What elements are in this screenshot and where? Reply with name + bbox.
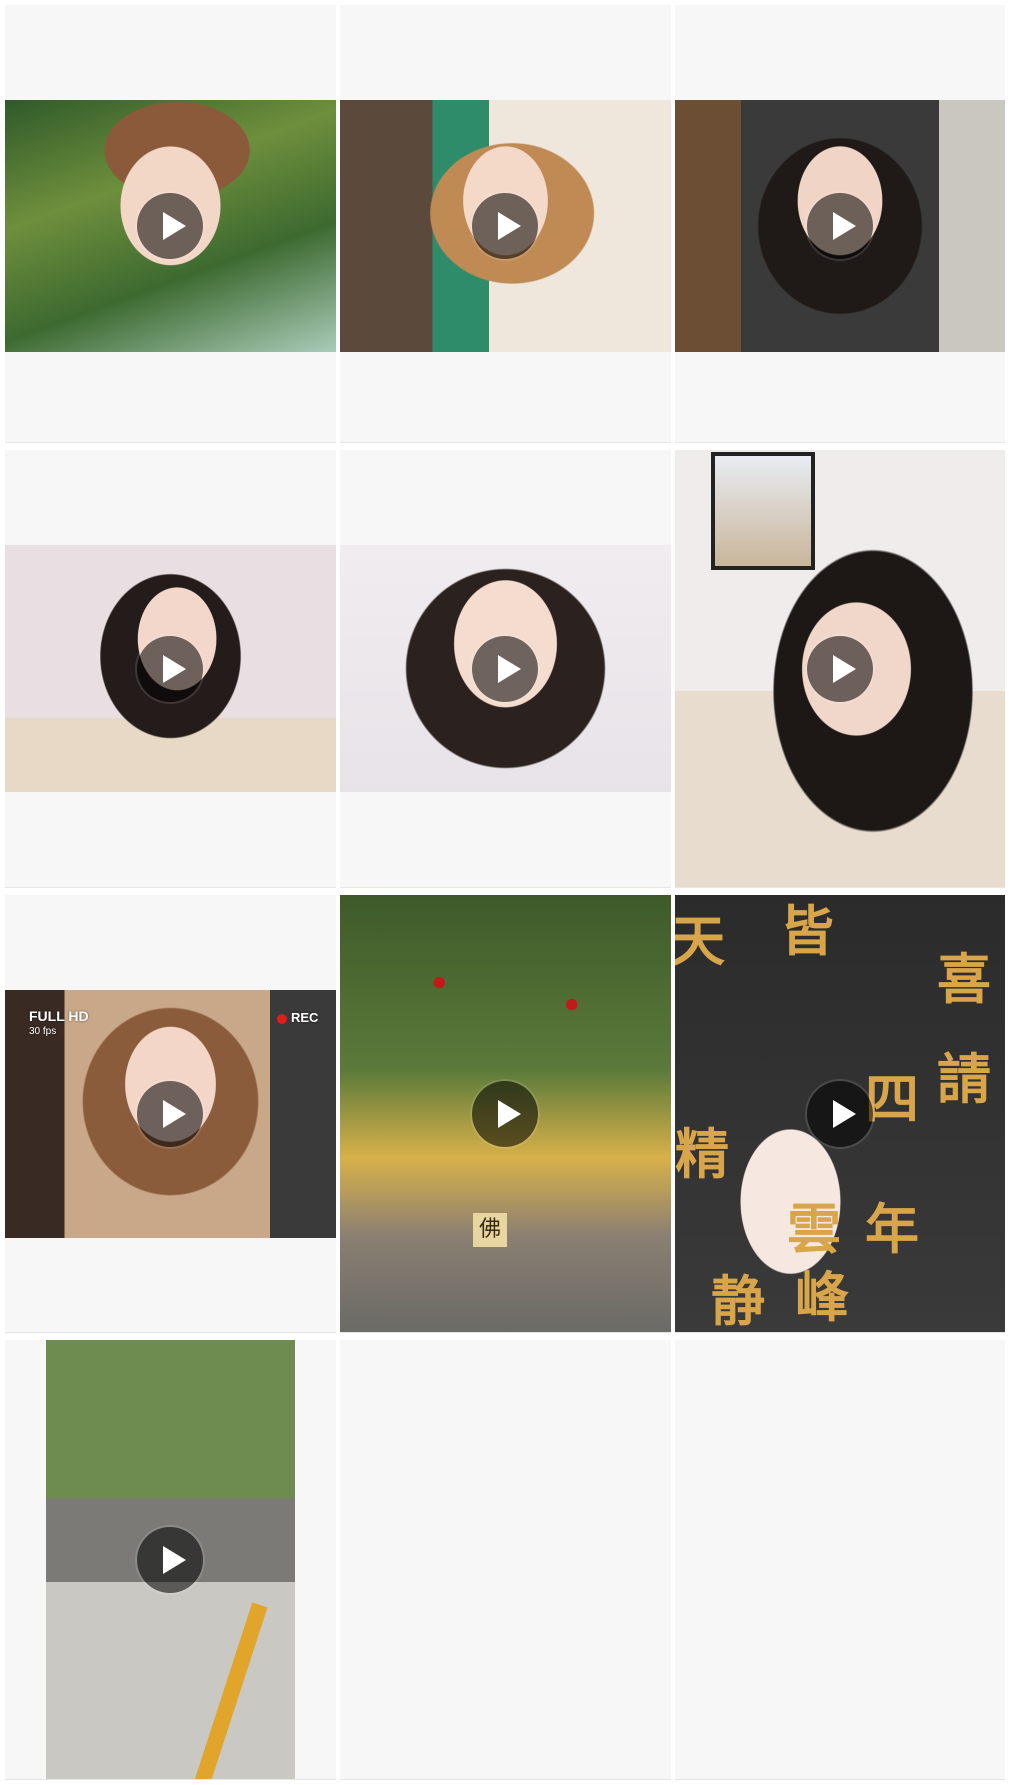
- rec-dot-icon: [277, 1013, 287, 1024]
- play-icon: [833, 212, 856, 240]
- play-icon: [833, 1100, 856, 1128]
- rec-label: REC: [291, 1010, 319, 1025]
- video-cell[interactable]: 天 皆 四 年 雲 峰 静 精 喜 請: [675, 895, 1005, 1333]
- carved-character: 喜: [937, 947, 991, 1011]
- carved-character: 請: [937, 1047, 991, 1111]
- play-button[interactable]: [472, 636, 538, 702]
- play-icon: [833, 655, 856, 683]
- empty-cell: [675, 1340, 1005, 1780]
- video-cell[interactable]: [675, 450, 1005, 888]
- video-cell[interactable]: [5, 1340, 336, 1780]
- camera-quality-label: FULL HD: [29, 1008, 89, 1024]
- play-icon: [163, 1100, 186, 1128]
- carved-character: 天: [675, 909, 725, 973]
- carved-character: 年: [865, 1197, 919, 1261]
- play-button[interactable]: [137, 636, 203, 702]
- play-icon: [498, 1100, 521, 1128]
- carved-character: 皆: [780, 899, 834, 963]
- play-button[interactable]: [472, 193, 538, 259]
- video-grid: FULL HD 30 fps REC 佛 天 皆 四 年 雲 峰 静 精 喜 請: [0, 0, 1010, 1785]
- play-icon: [163, 1546, 186, 1574]
- wall-frame: [711, 452, 815, 570]
- play-button[interactable]: [807, 636, 873, 702]
- video-cell[interactable]: [675, 5, 1005, 443]
- carved-character: 静: [711, 1269, 765, 1333]
- play-icon: [498, 212, 521, 240]
- play-button[interactable]: [807, 193, 873, 259]
- video-cell[interactable]: FULL HD 30 fps REC: [5, 895, 336, 1333]
- video-cell[interactable]: 佛: [340, 895, 671, 1333]
- play-button[interactable]: [807, 1081, 873, 1147]
- play-icon: [163, 212, 186, 240]
- camera-rec-indicator: REC: [277, 1010, 318, 1025]
- carved-character: 精: [675, 1122, 729, 1186]
- carved-character: 四: [865, 1067, 919, 1131]
- play-icon: [163, 655, 186, 683]
- carved-character: 峰: [795, 1265, 849, 1329]
- play-button[interactable]: [472, 1081, 538, 1147]
- play-button[interactable]: [137, 193, 203, 259]
- camera-fps-label: 30 fps: [29, 1026, 57, 1037]
- video-cell[interactable]: [5, 450, 336, 888]
- temple-sign: 佛: [473, 1213, 507, 1247]
- road-line: [190, 1602, 268, 1779]
- video-cell[interactable]: [340, 5, 671, 443]
- video-cell[interactable]: [340, 450, 671, 888]
- play-button[interactable]: [137, 1527, 203, 1593]
- play-icon: [498, 655, 521, 683]
- video-cell[interactable]: [5, 5, 336, 443]
- play-button[interactable]: [137, 1081, 203, 1147]
- empty-cell: [340, 1340, 671, 1780]
